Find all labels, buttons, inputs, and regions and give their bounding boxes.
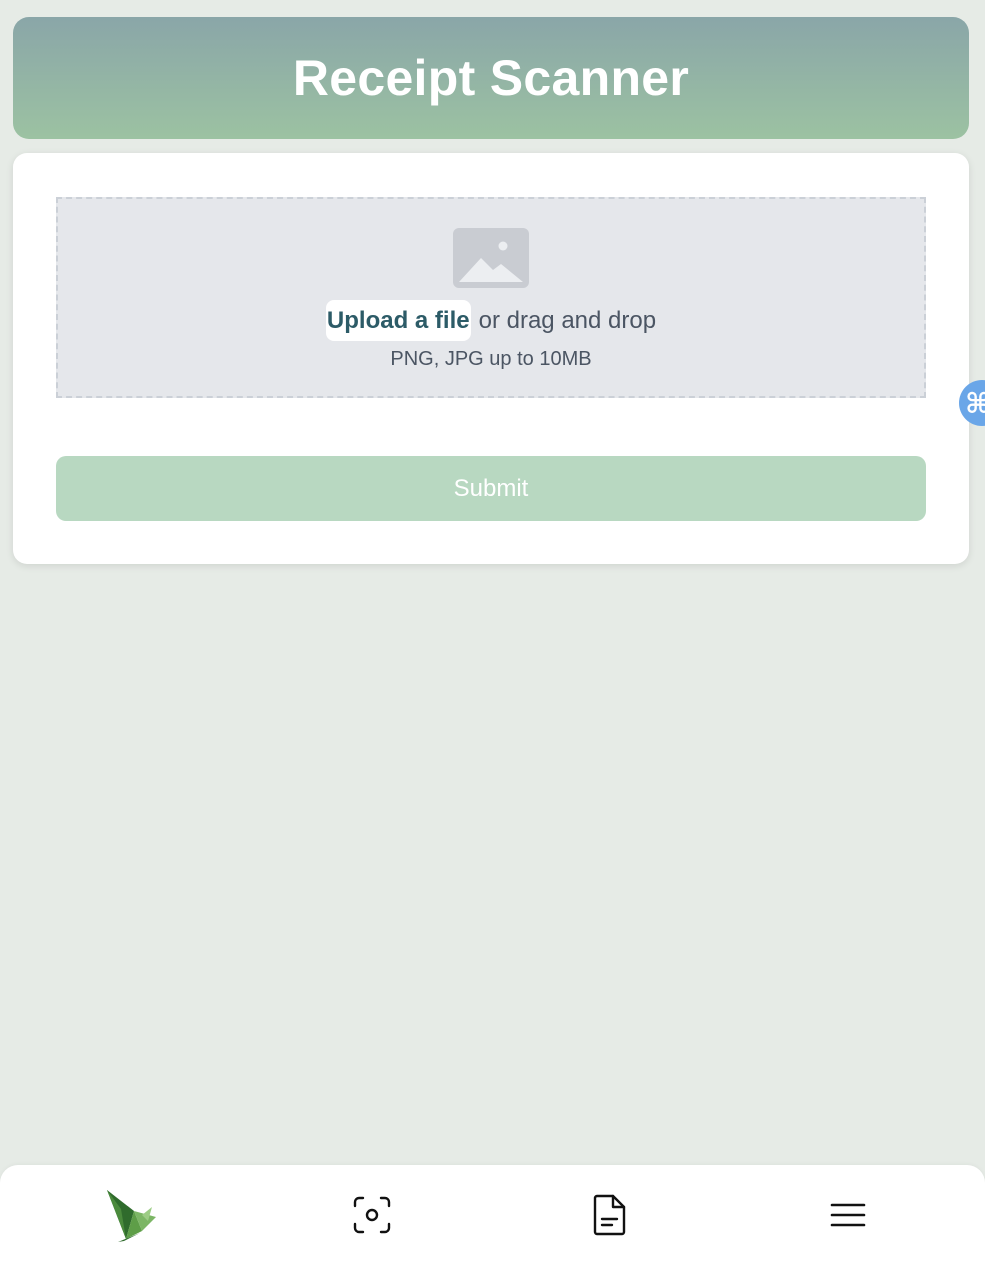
- nav-scan[interactable]: [332, 1165, 412, 1265]
- upload-file-link[interactable]: Upload a file: [325, 300, 471, 341]
- drag-drop-text: or drag and drop: [478, 306, 657, 334]
- nav-documents[interactable]: [570, 1165, 650, 1265]
- page-title: Receipt Scanner: [292, 50, 690, 106]
- app-header: Receipt Scanner: [13, 17, 969, 139]
- bottom-nav: [0, 1165, 985, 1274]
- app-page: Receipt Scanner Upload a file or drag an…: [0, 0, 985, 1274]
- bird-logo-icon: [107, 1190, 156, 1242]
- photo-icon: [453, 228, 529, 288]
- nav-home[interactable]: [92, 1165, 172, 1265]
- file-dropzone[interactable]: Upload a file or drag and drop PNG, JPG …: [56, 197, 926, 398]
- menu-icon: [830, 1203, 866, 1227]
- upload-instructions: Upload a file or drag and drop: [325, 300, 657, 341]
- scan-icon: [353, 1196, 391, 1234]
- upload-card: Upload a file or drag and drop PNG, JPG …: [13, 153, 969, 564]
- nav-menu[interactable]: [808, 1165, 888, 1265]
- submit-button[interactable]: Submit: [56, 456, 926, 521]
- file-type-hint: PNG, JPG up to 10MB: [390, 348, 592, 370]
- document-icon: [593, 1194, 626, 1236]
